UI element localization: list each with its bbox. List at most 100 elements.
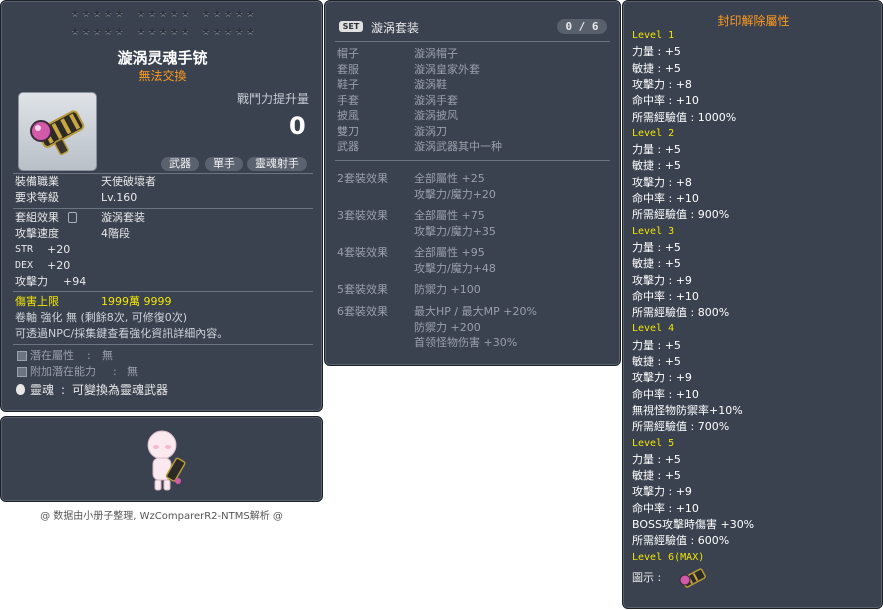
power-increase-value: 0 — [289, 112, 306, 140]
set-effect-value: 漩涡套装 — [101, 211, 145, 224]
seal-level-label: Level 4 — [632, 323, 675, 335]
set-effect-label: 套組效果 — [15, 211, 59, 224]
set-part-name: 漩涡鞋 — [414, 78, 447, 91]
power-increase-label: 戰鬥力提升量 — [237, 92, 310, 106]
seal-level-stat: BOSS攻擊時傷害 +30% — [632, 518, 755, 531]
set-effect-tier-label: 2套裝效果 — [337, 172, 388, 185]
set-effect-line: 攻擊力/魔力+20 — [414, 187, 496, 201]
star-row-icon: ★★★★★ — [202, 9, 258, 19]
bonus-potential-separator: : — [113, 365, 117, 378]
attack-label: 攻擊力 — [15, 275, 48, 288]
seal-level-stat: 命中率 : +10 — [632, 289, 699, 303]
divider — [335, 41, 610, 42]
dex-value: +20 — [47, 259, 71, 272]
tag-soul-shooter: 靈魂射手 — [247, 157, 307, 171]
set-effect-line: 全部屬性 +95 — [414, 246, 485, 259]
divider — [335, 160, 610, 161]
seal-release-title: 封印解除屬性 — [717, 14, 790, 28]
set-count: 0 / 6 — [557, 19, 607, 34]
seal-level-stat: 命中率 : +10 — [632, 192, 699, 205]
seal-level-stat: 敏捷 : +5 — [632, 61, 681, 75]
damage-cap-label: 傷害上限 — [15, 295, 59, 308]
damage-cap-value: 1999萬 9999 — [101, 295, 172, 308]
set-name: 漩涡套装 — [371, 21, 420, 35]
star-row-icon: ★★★★★ — [202, 27, 258, 37]
seal-level-stat: 敏捷 : +5 — [632, 469, 681, 483]
seal-level-stat: 力量 : +5 — [632, 240, 681, 254]
image-label: 圖示 : — [632, 571, 662, 584]
tag-one-hand: 單手 — [205, 157, 243, 171]
seal-level-stat: 所需經驗值 : 800% — [632, 306, 730, 320]
lock-icon — [68, 212, 77, 223]
set-part-name: 漩涡皇家外套 — [414, 62, 480, 76]
soul-separator: : — [61, 383, 66, 397]
set-effect-line: 攻擊力/魔力+48 — [414, 261, 496, 275]
seal-level-stat: 所需經驗值 : 1000% — [632, 110, 737, 124]
tag-weapon: 武器 — [161, 157, 199, 171]
level-value: Lv.160 — [101, 191, 138, 204]
seal-level-stat: 攻擊力 : +9 — [632, 485, 692, 499]
set-part-slot: 雙刀 — [337, 124, 359, 138]
star-row-icon: ★★★★★ — [137, 27, 193, 37]
seal-level-stat: 攻擊力 : +9 — [632, 273, 692, 287]
set-part-slot: 套服 — [337, 62, 359, 76]
potential-label: 潛在屬性 — [30, 349, 74, 362]
str-label: STR — [15, 244, 34, 255]
divider — [13, 291, 313, 292]
set-effect-line: 防禦力 +200 — [414, 320, 481, 334]
set-effect-tier-label: 3套裝效果 — [337, 209, 388, 222]
seal-level-label: Level 2 — [632, 127, 675, 139]
seal-level-stat: 所需經驗值 : 700% — [632, 420, 730, 434]
seal-level-label: Level 1 — [632, 30, 675, 41]
item-title: 漩涡灵魂手铳 — [117, 49, 208, 67]
seal-level-stat: 命中率 : +10 — [632, 387, 699, 401]
seal-level-stat: 所需經驗值 : 900% — [632, 208, 730, 222]
set-part-name: 漩涡刀 — [414, 124, 447, 138]
seal-level-stat: 力量 : +5 — [632, 45, 681, 59]
soul-value: 可變換為靈魂武器 — [72, 383, 169, 397]
bonus-potential-value: 無 — [127, 365, 138, 378]
set-effect-tier-label: 4套裝效果 — [337, 246, 388, 259]
set-effect-line: 首领怪物伤害 +30% — [414, 336, 518, 349]
seal-level-stat: 敏捷 : +5 — [632, 355, 681, 368]
seal-level-stat: 攻擊力 : +9 — [632, 371, 692, 385]
seal-level-label: Level 5 — [632, 437, 675, 449]
seal-level-stat: 力量 : +5 — [632, 452, 681, 466]
avatar-preview-panel — [0, 416, 323, 502]
set-effect-panel: SET 漩涡套装 0 / 6 帽子 漩涡帽子 套服 漩涡皇家外套 鞋子 漩涡鞋 手套 漩涡手套… — [324, 0, 621, 366]
seal-level-stat: 所需經驗值 : 600% — [632, 534, 730, 548]
star-row-icon: ★★★★★ — [71, 27, 127, 37]
seal-level-stat: 無視怪物防禦率+10% — [632, 403, 743, 417]
set-part-name: 漩涡手套 — [414, 93, 458, 107]
seal-level-stat: 敏捷 : +5 — [632, 257, 681, 271]
soul-flame-icon — [16, 384, 25, 395]
job-value: 天使破壞者 — [101, 175, 156, 188]
potential-value: 無 — [102, 349, 113, 362]
str-value: +20 — [47, 243, 71, 256]
item-icon-frame — [18, 92, 97, 171]
set-effect-tier-label: 6套裝效果 — [337, 305, 388, 318]
set-effect-line: 全部屬性 +25 — [414, 172, 485, 185]
divider — [13, 208, 313, 209]
set-effect-line: 全部屬性 +75 — [414, 209, 485, 222]
set-badge-icon: SET — [339, 21, 363, 32]
star-row-icon: ★★★★★ — [137, 9, 193, 19]
attack-speed-label: 攻擊速度 — [15, 227, 59, 240]
soul-label: 靈魂 — [30, 383, 55, 397]
set-part-name: 漩涡帽子 — [414, 47, 458, 60]
soul-shooter-small-icon — [679, 568, 706, 588]
seal-level-stat: 敏捷 : +5 — [632, 159, 681, 173]
job-label: 裝備職業 — [15, 175, 59, 188]
potential-separator: : — [87, 349, 91, 362]
seal-level-stat: 命中率 : +10 — [632, 94, 699, 108]
set-effect-line: 防禦力 +100 — [414, 283, 481, 296]
seal-level-stat: 攻擊力 : +8 — [632, 175, 692, 189]
soul-shooter-icon — [30, 110, 85, 156]
divider — [13, 344, 313, 345]
set-part-slot: 手套 — [337, 93, 359, 107]
seal-level-stat: 力量 : +5 — [632, 338, 681, 352]
item-tooltip-panel: ★★★★★ ★★★★★ ★★★★★ ★★★★★ ★★★★★ ★★★★★ 漩涡灵魂… — [0, 0, 323, 412]
star-row-icon: ★★★★★ — [71, 9, 127, 19]
npc-info-line: 可透過NPC/採集鍵查看強化資訊詳細內容。 — [15, 327, 229, 340]
seal-release-panel: 封印解除屬性 Level 1 力量 : +5 敏捷 : +5 攻擊力 : +8 命中率 … — [622, 0, 883, 609]
